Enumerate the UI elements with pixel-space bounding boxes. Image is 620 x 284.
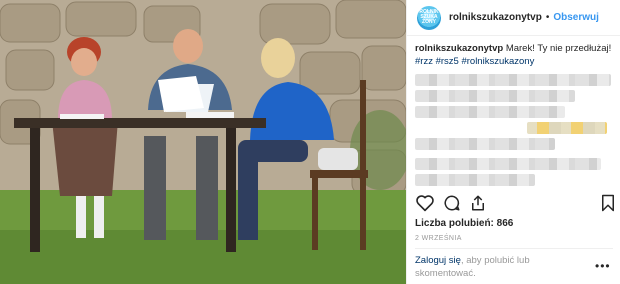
blurred-comment	[415, 158, 601, 170]
likes-count[interactable]: Liczba polubień: 866	[415, 218, 513, 229]
blurred-comment	[415, 74, 611, 86]
blurred-comment	[415, 106, 565, 118]
profile-avatar[interactable]: ROLNIK SZUKA ŻONY	[417, 5, 441, 30]
more-icon[interactable]: •••	[595, 260, 611, 272]
login-link[interactable]: Zaloguj się	[415, 255, 461, 266]
divider	[415, 248, 613, 249]
hashtag-link[interactable]: #rsz5	[436, 56, 459, 67]
bookmark-icon[interactable]	[601, 194, 615, 212]
header-separator: •	[545, 12, 550, 23]
heart-icon[interactable]	[415, 194, 435, 212]
post-date[interactable]: 2 WRZEŚNIA	[415, 235, 462, 242]
post-side-panel: ROLNIK SZUKA ŻONY rolnikszukazonytvp • O…	[406, 0, 620, 284]
follow-button[interactable]: Obserwuj	[553, 12, 599, 23]
post-header: ROLNIK SZUKA ŻONY rolnikszukazonytvp • O…	[407, 0, 620, 36]
post-photo[interactable]	[0, 0, 406, 284]
caption-text: Marek! Ty nie przedłużaj!	[505, 43, 612, 54]
blurred-comment	[415, 90, 575, 102]
share-icon[interactable]	[469, 194, 487, 212]
avatar-logo-text: ROLNIK SZUKA ŻONY	[419, 9, 439, 25]
blurred-comment	[415, 174, 535, 186]
header-username[interactable]: rolnikszukazonytvp	[449, 12, 542, 23]
hashtag-link[interactable]: #rolnikszukazony	[461, 56, 534, 67]
post-photo-image	[0, 0, 406, 284]
hashtag-link[interactable]: #rzz	[415, 56, 433, 67]
post-actions	[415, 194, 615, 214]
blurred-comment	[415, 138, 555, 150]
caption-username[interactable]: rolnikszukazonytvp	[415, 43, 503, 54]
post-caption: rolnikszukazonytvp Marek! Ty nie przedłu…	[415, 42, 615, 68]
login-prompt: Zaloguj się, aby polubić lub skomentować…	[415, 254, 587, 280]
comment-icon[interactable]	[443, 194, 461, 212]
blurred-comment	[527, 122, 607, 134]
